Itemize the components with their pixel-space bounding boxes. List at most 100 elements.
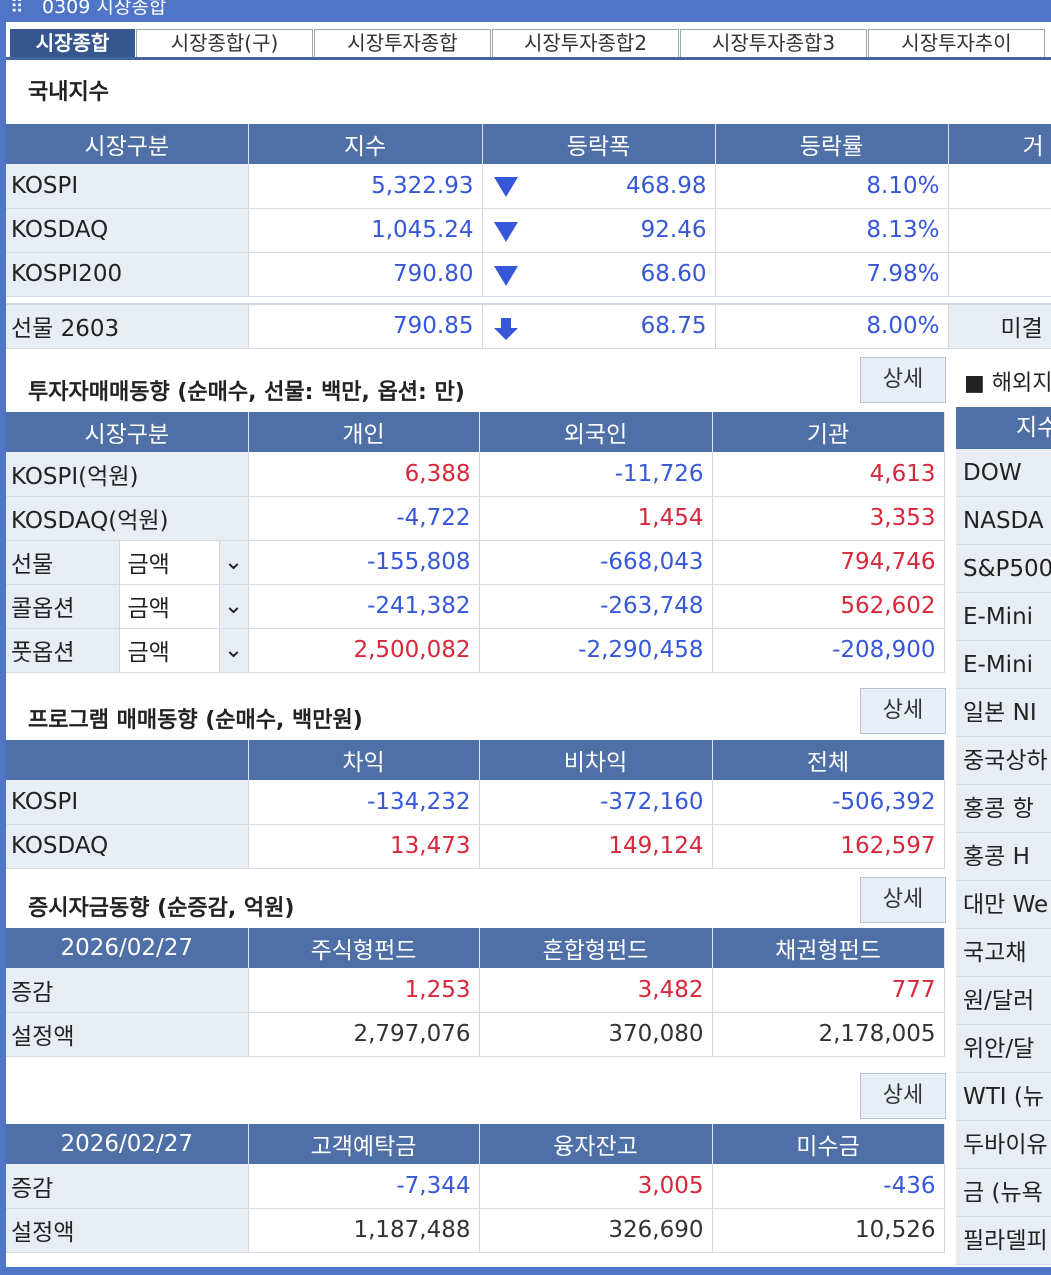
non-arbitrage-value: 149,124 bbox=[479, 824, 713, 869]
table-row[interactable]: 선물 2603 790.85 68.75 8.00% 미결 bbox=[6, 304, 1051, 349]
chevron-down-icon[interactable]: ⌄ bbox=[219, 584, 249, 629]
loan-value: 326,690 bbox=[479, 1208, 713, 1253]
row-label: 증감 bbox=[6, 1164, 249, 1209]
equity-value: 2,797,076 bbox=[248, 1012, 480, 1057]
table-row[interactable]: KOSPI200 790.80 68.60 7.98% bbox=[6, 252, 1051, 297]
institution-value: 562,602 bbox=[712, 584, 945, 629]
list-item[interactable]: E-Mini bbox=[956, 641, 1051, 689]
list-item[interactable]: 위안/달 bbox=[956, 1025, 1051, 1073]
list-item[interactable]: DOW bbox=[956, 449, 1051, 497]
table-row[interactable]: 설정액 1,187,488 326,690 10,526 bbox=[6, 1208, 945, 1253]
table-row[interactable]: KOSPI 5,322.93 468.98 8.10% bbox=[6, 164, 1051, 209]
table-row[interactable]: 증감 1,253 3,482 777 bbox=[6, 968, 945, 1013]
unit-select[interactable]: 금액 bbox=[119, 540, 220, 585]
chevron-down-icon[interactable]: ⌄ bbox=[219, 628, 249, 673]
investor-detail-button[interactable]: 상세 bbox=[860, 357, 946, 403]
list-item[interactable]: 일본 NI bbox=[956, 689, 1051, 737]
unit-select[interactable]: 금액 bbox=[119, 584, 220, 629]
index-value: 5,322.93 bbox=[248, 164, 483, 209]
change-cell: 68.60 bbox=[482, 252, 716, 297]
table-row[interactable]: KOSPI -134,232 -372,160 -506,392 bbox=[6, 780, 945, 825]
chevron-down-icon[interactable]: ⌄ bbox=[219, 540, 249, 585]
header-change: 등락폭 bbox=[482, 124, 716, 164]
header-receivables: 미수금 bbox=[712, 1124, 945, 1164]
unit-select[interactable]: 금액 bbox=[119, 628, 220, 673]
bond-value: 2,178,005 bbox=[712, 1012, 945, 1057]
list-item[interactable]: 중국상하 bbox=[956, 737, 1051, 785]
blank-cell bbox=[948, 252, 1051, 297]
down-triangle-icon bbox=[493, 221, 518, 242]
funds-detail-button[interactable]: 상세 bbox=[860, 877, 946, 923]
list-item[interactable]: S&P500 bbox=[956, 545, 1051, 593]
non-arbitrage-value: -372,160 bbox=[479, 780, 713, 825]
table-row[interactable]: 선물 금액 ⌄ -155,808 -668,043 794,746 bbox=[6, 540, 945, 585]
table-row[interactable]: KOSDAQ(억원) -4,722 1,454 3,353 bbox=[6, 496, 945, 541]
header-rate: 등락률 bbox=[715, 124, 949, 164]
down-triangle-icon bbox=[493, 265, 518, 286]
change-value: 68.75 bbox=[640, 313, 707, 340]
open-interest-label: 미결 bbox=[948, 304, 1051, 349]
window-frame-bottom bbox=[0, 1267, 1051, 1275]
list-item[interactable]: 두바이유 bbox=[956, 1121, 1051, 1169]
funds-trend-title: 증시자금동향 (순증감, 억원) bbox=[28, 896, 295, 921]
row-label: 풋옵션 bbox=[6, 628, 120, 673]
tab-market-investment[interactable]: 시장투자종합 bbox=[314, 29, 491, 57]
overseas-title: ■ 해외지 bbox=[964, 371, 1051, 396]
domestic-index-title: 국내지수 bbox=[28, 80, 109, 105]
domestic-index-table: 시장구분 지수 등락폭 등락률 거 KOSPI 5,322.93 468.98 … bbox=[6, 124, 1051, 349]
change-value: 68.60 bbox=[640, 261, 707, 287]
change-value: 468.98 bbox=[626, 172, 707, 199]
row-label: KOSDAQ(억원) bbox=[6, 496, 249, 541]
foreigner-value: -2,290,458 bbox=[479, 628, 713, 673]
header-individual: 개인 bbox=[248, 412, 480, 452]
row-label: 콜옵션 bbox=[6, 584, 120, 629]
index-value: 1,045.24 bbox=[248, 208, 483, 253]
institution-value: 3,353 bbox=[712, 496, 945, 541]
list-item[interactable]: WTI (뉴 bbox=[956, 1073, 1051, 1121]
receivable-value: 10,526 bbox=[712, 1208, 945, 1253]
list-item[interactable]: NASDA bbox=[956, 497, 1051, 545]
tab-market-summary[interactable]: 시장종합 bbox=[10, 29, 135, 57]
header-date: 2026/02/27 bbox=[6, 1124, 249, 1164]
arbitrage-value: -134,232 bbox=[248, 780, 480, 825]
table-row[interactable]: 설정액 2,797,076 370,080 2,178,005 bbox=[6, 1012, 945, 1057]
row-label: KOSPI bbox=[6, 780, 249, 825]
deposits-detail-button[interactable]: 상세 bbox=[860, 1073, 946, 1119]
list-item[interactable]: 대만 We bbox=[956, 881, 1051, 929]
list-item[interactable]: 홍콩 H bbox=[956, 833, 1051, 881]
list-item[interactable]: 홍콩 항 bbox=[956, 785, 1051, 833]
table-row[interactable]: KOSDAQ 13,473 149,124 162,597 bbox=[6, 824, 945, 869]
down-triangle-icon bbox=[493, 177, 518, 197]
table-row[interactable]: KOSDAQ 1,045.24 92.46 8.13% bbox=[6, 208, 1051, 253]
list-item[interactable]: E-Mini bbox=[956, 593, 1051, 641]
list-item[interactable]: 국고채 bbox=[956, 929, 1051, 977]
deposits-table: 2026/02/27 고객예탁금 융자잔고 미수금 증감 -7,344 3,00… bbox=[6, 1124, 945, 1253]
header-non-arbitrage: 비차익 bbox=[479, 740, 713, 780]
table-row[interactable]: 증감 -7,344 3,005 -436 bbox=[6, 1164, 945, 1209]
individual-value: -155,808 bbox=[248, 540, 480, 585]
tab-market-investment-3[interactable]: 시장투자종합3 bbox=[680, 29, 867, 57]
index-value: 790.80 bbox=[248, 252, 483, 297]
list-item[interactable]: 원/달러 bbox=[956, 977, 1051, 1025]
tab-market-investment-trend[interactable]: 시장투자추이 bbox=[868, 29, 1045, 57]
funds-trend-table: 2026/02/27 주식형펀드 혼합형펀드 채권형펀드 증감 1,253 3,… bbox=[6, 928, 945, 1057]
table-row[interactable]: 풋옵션 금액 ⌄ 2,500,082 -2,290,458 -208,900 bbox=[6, 628, 945, 673]
institution-value: -208,900 bbox=[712, 628, 945, 673]
rate-value: 8.13% bbox=[715, 208, 949, 253]
table-row[interactable]: KOSPI(억원) 6,388 -11,726 4,613 bbox=[6, 452, 945, 497]
institution-value: 4,613 bbox=[712, 452, 945, 497]
row-label: KOSPI bbox=[6, 164, 249, 209]
list-item[interactable]: 필라델피 bbox=[956, 1217, 1051, 1265]
individual-value: -241,382 bbox=[248, 584, 480, 629]
rate-value: 8.10% bbox=[715, 164, 949, 209]
change-cell: 68.75 bbox=[482, 304, 716, 349]
equity-value: 1,253 bbox=[248, 968, 480, 1013]
header-margin-loan: 융자잔고 bbox=[479, 1124, 713, 1164]
list-item[interactable]: 금 (뉴욕 bbox=[956, 1169, 1051, 1217]
overseas-index-panel: ■ 해외지 지수 DOW NASDA S&P500 E-Mini E-Mini … bbox=[956, 365, 1051, 1275]
tab-market-investment-2[interactable]: 시장투자종합2 bbox=[492, 29, 679, 57]
program-detail-button[interactable]: 상세 bbox=[860, 688, 946, 734]
tab-bar: 시장종합 시장종합(구) 시장투자종합 시장투자종합2 시장투자종합3 시장투자… bbox=[6, 26, 1051, 60]
table-row[interactable]: 콜옵션 금액 ⌄ -241,382 -263,748 562,602 bbox=[6, 584, 945, 629]
tab-market-summary-old[interactable]: 시장종합(구) bbox=[136, 29, 313, 57]
